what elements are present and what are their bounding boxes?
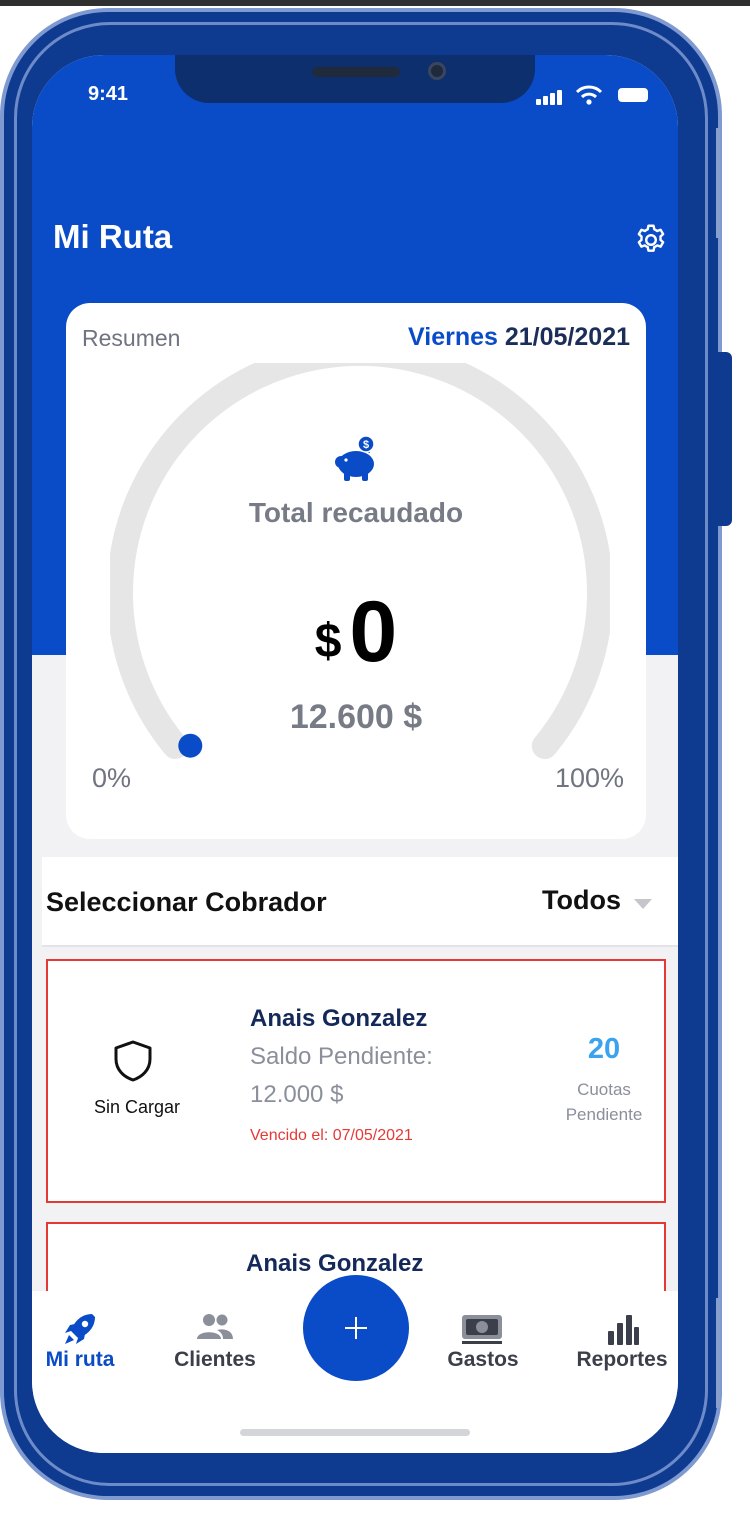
summary-date: Viernes 21/05/2021 [408,323,630,352]
piggy-bank-icon: $ [335,435,375,481]
plus-icon [355,1317,357,1339]
frame-edge [716,1298,720,1408]
installments-count: 20 [587,1033,621,1065]
tab-reportes[interactable]: Reportes [570,1291,674,1379]
summary-label: Resumen [82,325,181,351]
currency-symbol: $ [314,615,342,668]
balance-label: Saldo Pendiente: [250,1043,433,1070]
shield-icon [114,1040,152,1082]
status-icons [536,85,654,105]
rocket-icon [65,1314,95,1344]
users-icon [197,1314,233,1339]
status-time: 9:41 [88,83,129,105]
balance-value: 12.000 $ [250,1081,344,1108]
tab-gastos[interactable]: Gastos [440,1291,526,1379]
collector-name: Anais Gonzalez [250,1005,428,1032]
device-notch [175,55,535,103]
gauge-progress-indicator [178,733,203,758]
progress-min-label: 0% [92,763,132,793]
collector-name: Anais Gonzalez [246,1250,424,1277]
tab-label: Mi ruta [45,1348,115,1371]
installments-label-line: Pendiente [565,1105,643,1124]
top-strip [0,0,750,6]
svg-text:$: $ [363,439,369,451]
page-title: Mi Ruta [53,218,173,255]
summary-card: Resumen Viernes 21/05/2021 $ Total recau… [66,303,646,839]
gauge-title: Total recaudado [248,497,464,528]
money-icon [462,1315,502,1344]
wifi-icon [575,85,603,105]
collector-selector[interactable]: Seleccionar Cobrador Todos [42,857,678,947]
tab-label: Clientes [174,1348,256,1371]
home-indicator [240,1429,470,1436]
add-button[interactable] [303,1275,409,1381]
progress-max-label: 100% [554,763,624,793]
bar-chart-icon [608,1315,639,1345]
goal-amount: 12.600 $ [289,698,423,736]
speaker [312,67,400,77]
installments-label: Cuotas Pendiente [544,1077,664,1127]
selector-label: Seleccionar Cobrador [46,887,327,917]
signal-icon [536,99,541,105]
load-status: Sin Cargar [93,1097,181,1117]
gear-icon[interactable] [633,222,669,258]
collected-amount: $0 [66,583,646,682]
signal-icon [543,96,548,105]
battery-icon [618,88,648,102]
selector-value[interactable]: Todos [542,885,621,916]
gauge-track [110,363,610,759]
signal-icon [557,90,562,105]
frame-edge [716,128,720,238]
app-screen: 9:41 Mi Ruta Resumen Viernes 21/05/2021 [32,55,678,1453]
tab-mi-ruta[interactable]: Mi ruta [34,1291,126,1379]
collected-value: 0 [349,584,398,680]
tab-label: Reportes [576,1348,668,1371]
chevron-down-icon[interactable] [634,899,652,909]
signal-icon [550,93,555,105]
installments-label-line: Cuotas [577,1080,631,1099]
tab-clientes[interactable]: Clientes [166,1291,264,1379]
camera [428,62,446,80]
summary-date-value: 21/05/2021 [504,323,630,351]
collector-card[interactable]: Sin Cargar Anais Gonzalez Saldo Pendient… [46,959,666,1203]
due-date: Vencido el: 07/05/2021 [250,1127,413,1144]
side-button [718,352,732,526]
tab-label: Gastos [447,1348,519,1371]
summary-day: Viernes [408,323,498,351]
